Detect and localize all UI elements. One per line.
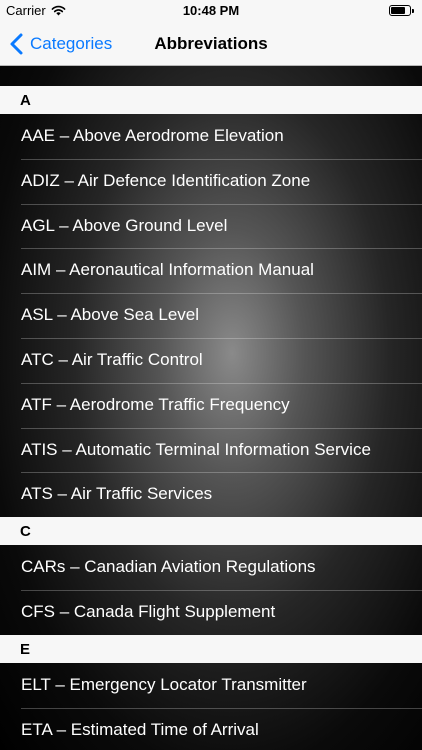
- list-item[interactable]: AGL – Above Ground Level: [0, 203, 422, 249]
- section-header-c: C: [0, 517, 422, 546]
- list-item[interactable]: CFS – Canada Flight Supplement: [0, 589, 422, 635]
- list-item[interactable]: ATF – Aerodrome Traffic Frequency: [0, 382, 422, 428]
- battery-icon: [389, 5, 411, 16]
- navigation-bar: Categories Abbreviations: [0, 22, 422, 66]
- list-top-gap: [0, 66, 422, 86]
- battery-level: [391, 7, 405, 14]
- list-item[interactable]: ATC – Air Traffic Control: [0, 337, 422, 383]
- abbreviations-list[interactable]: A AAE – Above Aerodrome Elevation ADIZ – A…: [0, 66, 422, 750]
- status-bar: Carrier 10:48 PM: [0, 0, 422, 22]
- back-button[interactable]: Categories: [8, 22, 112, 66]
- section-header-a: A: [0, 86, 422, 114]
- list-item[interactable]: ELT – Emergency Locator Transmitter: [0, 663, 422, 708]
- back-button-label[interactable]: Categories: [30, 34, 112, 54]
- app-screen: Carrier 10:48 PM Categories Abbreviation…: [0, 0, 422, 750]
- list-item[interactable]: ASL – Above Sea Level: [0, 293, 422, 338]
- list-item[interactable]: AIM – Aeronautical Information Manual: [0, 248, 422, 293]
- list-item[interactable]: AAE – Above Aerodrome Elevation: [0, 114, 422, 159]
- chevron-left-icon: [10, 33, 23, 55]
- list-item[interactable]: ADIZ – Air Defence Identification Zone: [0, 158, 422, 204]
- list-item[interactable]: CARs – Canadian Aviation Regulations: [0, 545, 422, 590]
- status-time: 10:48 PM: [182, 3, 240, 18]
- status-right: [389, 5, 414, 16]
- list-item[interactable]: ATS – Air Traffic Services: [0, 472, 422, 517]
- section-header-e: E: [0, 634, 422, 663]
- battery-cap: [412, 8, 414, 13]
- list-item[interactable]: ETA – Estimated Time of Arrival: [0, 707, 422, 750]
- list-item[interactable]: ATIS – Automatic Terminal Information Se…: [0, 427, 422, 473]
